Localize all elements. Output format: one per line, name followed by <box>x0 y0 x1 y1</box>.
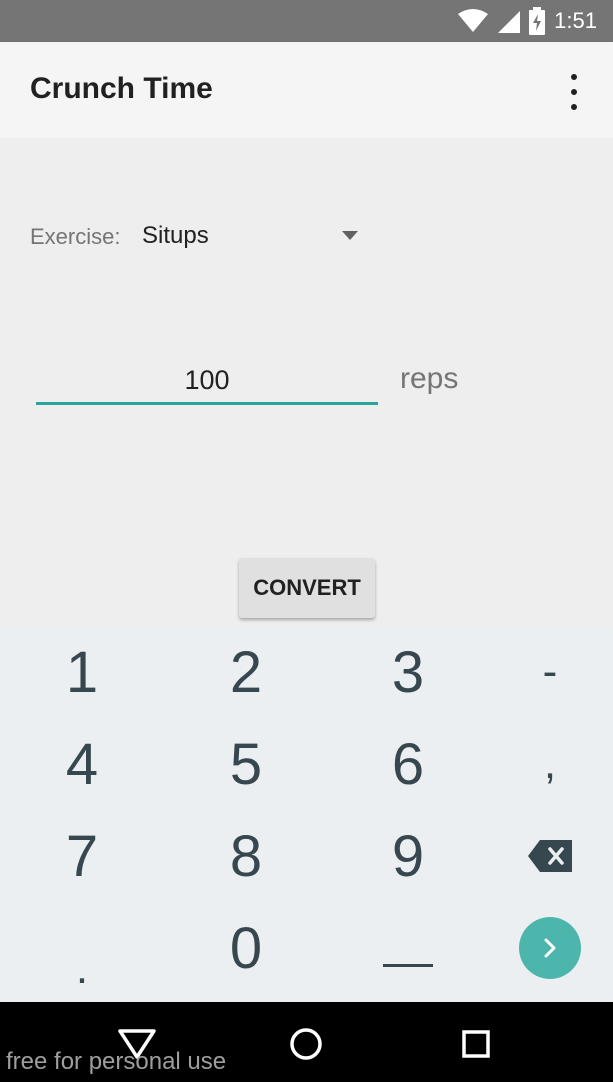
exercise-label: Exercise: <box>30 224 121 249</box>
key-0[interactable]: 0 <box>176 902 316 994</box>
watermark: free for personal use <box>6 1048 227 1075</box>
key-3[interactable]: 3 <box>338 626 478 718</box>
app-title: Crunch Time <box>30 72 213 105</box>
key-9[interactable]: 9 <box>338 810 478 902</box>
status-icons: 1:51 <box>458 0 597 42</box>
key-8[interactable]: 8 <box>176 810 316 902</box>
key-comma[interactable]: , <box>480 718 613 810</box>
reps-input[interactable] <box>36 358 378 405</box>
more-vert-icon[interactable] <box>559 74 589 110</box>
next-key[interactable] <box>480 902 613 994</box>
dropdown-arrow-icon <box>342 231 358 240</box>
exercise-selected-value: Situps <box>142 222 209 249</box>
convert-button[interactable]: CONVERT <box>239 558 375 618</box>
exercise-spinner[interactable]: Situps <box>142 216 362 256</box>
wifi-icon <box>458 9 489 32</box>
key-6[interactable]: 6 <box>338 718 478 810</box>
main-content: Exercise: Situps reps CONVERT <box>0 138 613 626</box>
home-icon[interactable] <box>284 1022 328 1066</box>
key-1[interactable]: 1 <box>12 626 152 718</box>
battery-charging-icon <box>529 7 546 35</box>
numeric-keyboard: 1 2 3 - 4 5 6 , 7 8 9 . 0 <box>0 626 613 1002</box>
key-4[interactable]: 4 <box>12 718 152 810</box>
signal-icon <box>498 11 521 33</box>
key-7[interactable]: 7 <box>12 810 152 902</box>
key-period[interactable]: . <box>12 902 152 994</box>
recents-icon[interactable] <box>454 1022 498 1066</box>
backspace-icon[interactable] <box>480 810 613 902</box>
key-2[interactable]: 2 <box>176 626 316 718</box>
status-bar: 1:51 <box>0 0 613 42</box>
key-minus[interactable]: - <box>480 626 613 718</box>
space-key[interactable] <box>338 902 478 994</box>
app-bar: Crunch Time <box>0 42 613 138</box>
reps-unit-label: reps <box>400 362 459 395</box>
key-5[interactable]: 5 <box>176 718 316 810</box>
chevron-right-icon <box>519 917 581 979</box>
status-time: 1:51 <box>554 8 597 33</box>
